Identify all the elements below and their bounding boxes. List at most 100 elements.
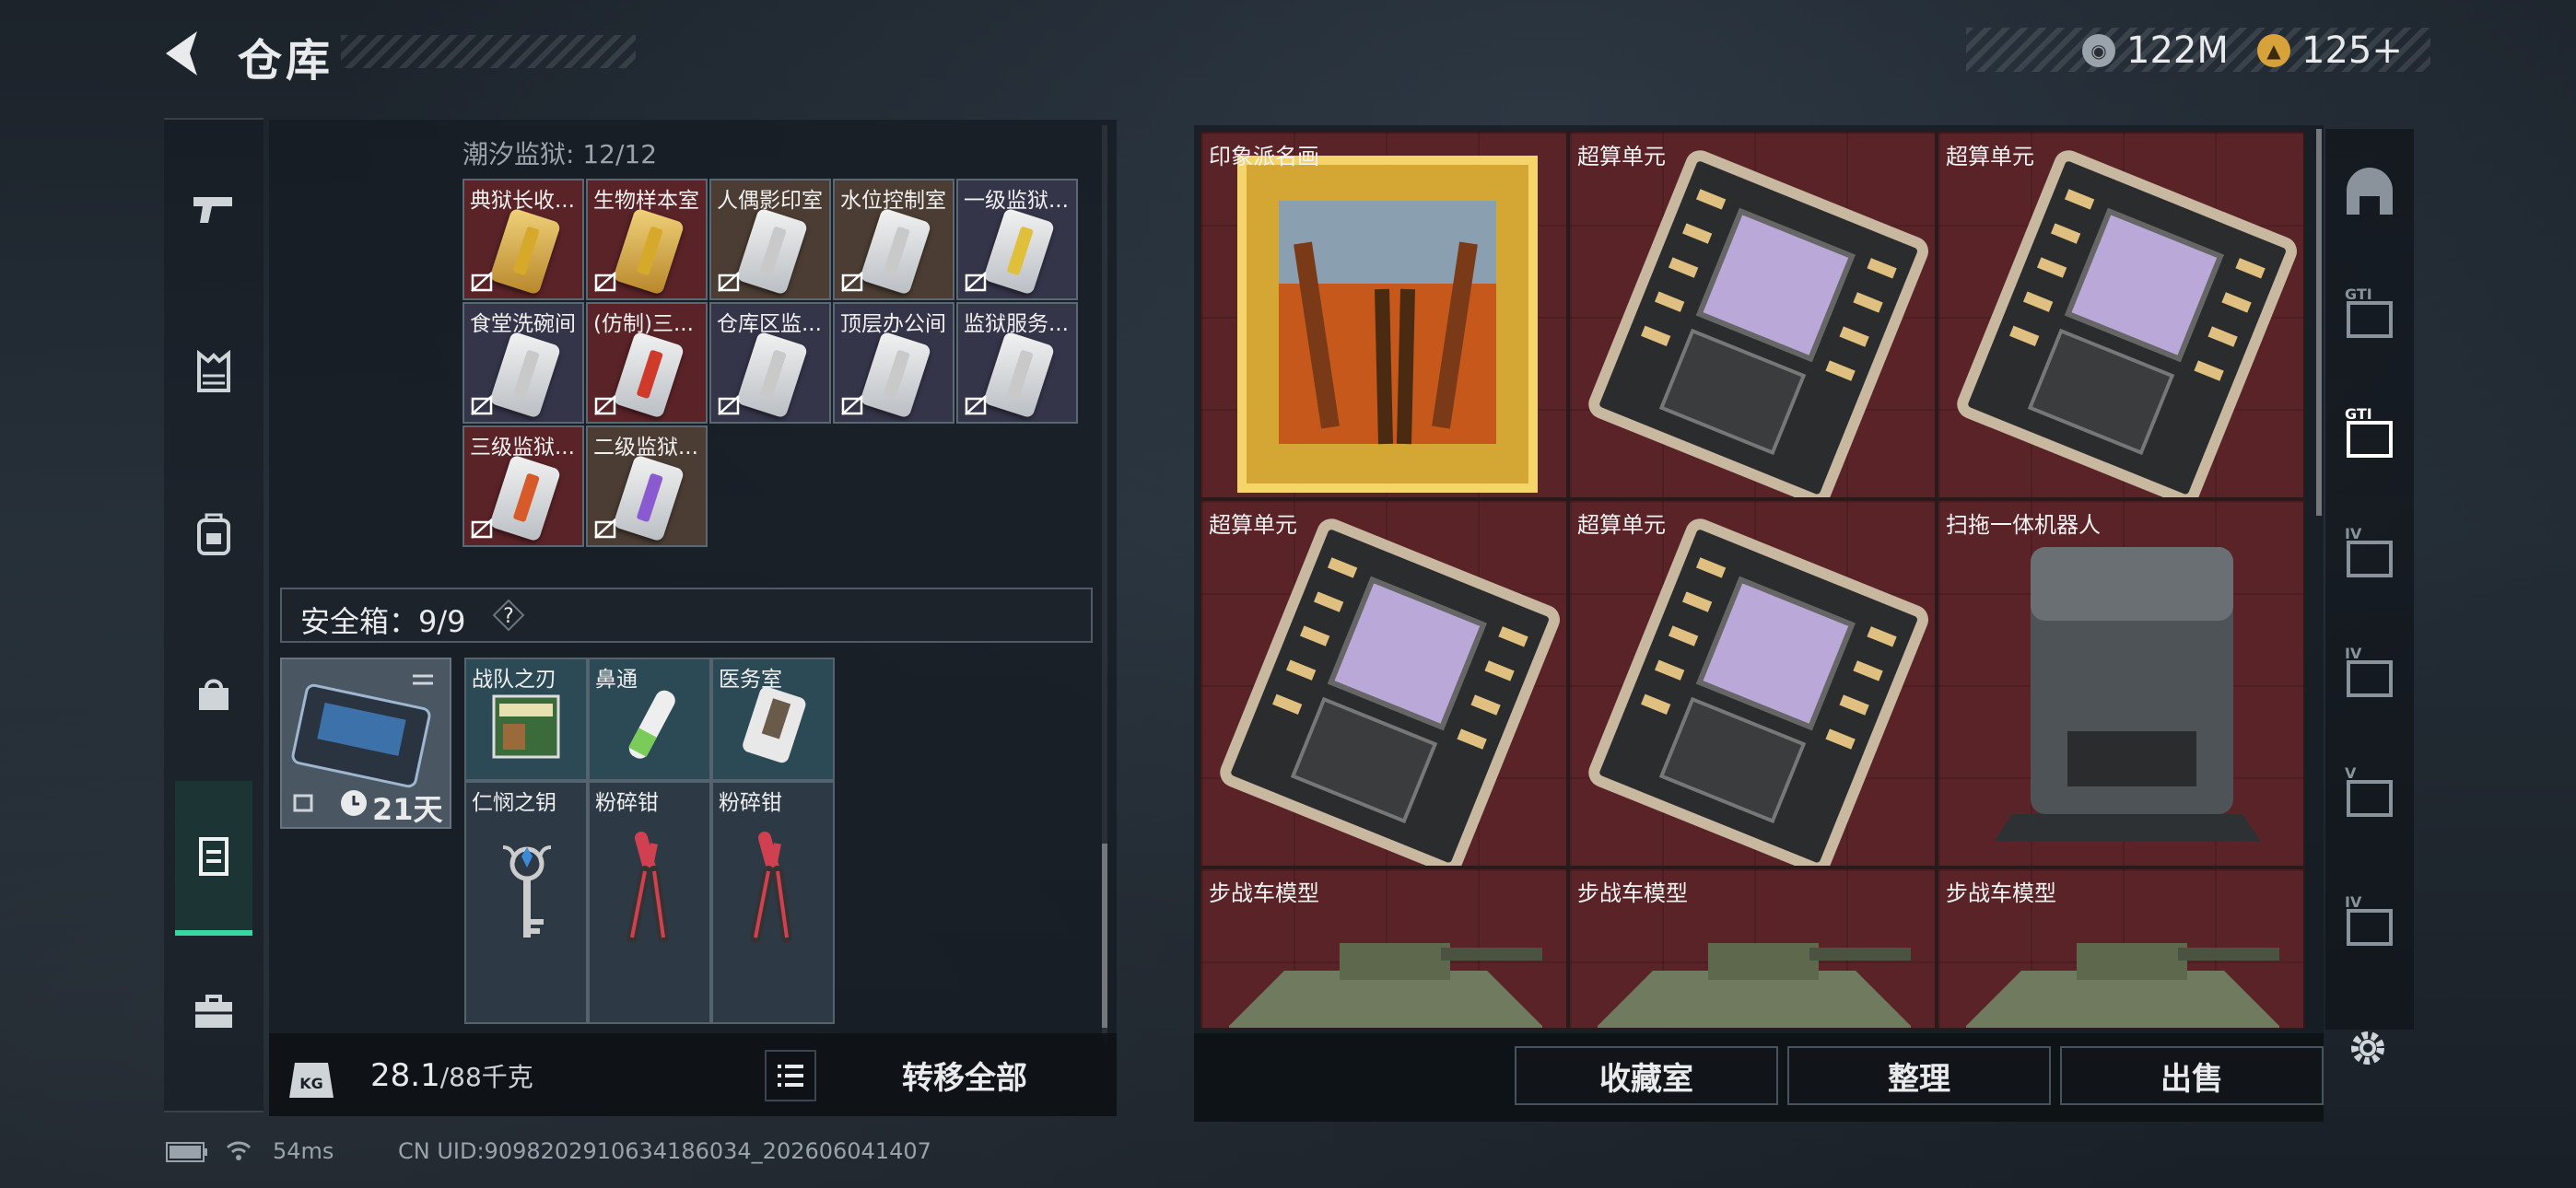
filter-helmet[interactable] [2331,157,2408,234]
filter-gti-map[interactable]: GTI [2331,276,2408,354]
keycard-slot[interactable]: 人偶影印室 [709,179,831,300]
nav-case[interactable] [164,956,263,1066]
svg-text:GTI: GTI [2345,285,2372,303]
iv-chart-icon: IV [2345,893,2393,946]
transfer-all-button[interactable]: 转移全部 [831,1035,1098,1114]
safe-box-item[interactable]: 粉碎钳 [588,781,711,1024]
keycard-name: 生物样本室 [593,189,699,213]
safe-box-item[interactable]: 仁悯之钥 [464,781,588,1024]
item-name: 超算单元 [1209,512,1297,538]
keycard-slot[interactable]: 三级监狱... [463,425,584,547]
wifi-icon [226,1141,252,1160]
storage-item[interactable]: 步战车模型 [1937,868,2305,1030]
lock-icon [293,794,313,812]
item-name: 印象派名画 [1209,144,1319,169]
keycard-icon [612,207,685,296]
left-category-nav [164,118,263,1112]
iv-folder-icon: IV [2345,525,2393,577]
no-drop-icon [841,272,863,292]
keycard-name: 人偶影印室 [717,189,823,213]
keycard-icon [859,331,932,419]
keycard-slot[interactable]: 仓库区监... [709,302,831,424]
storage-item[interactable]: 超算单元 [1200,499,1568,868]
sell-button[interactable]: 出售 [2060,1046,2324,1105]
safe-box-item[interactable]: 粉碎钳 [711,781,835,1024]
item-name: 步战车模型 [1946,880,2056,906]
storage-item[interactable]: 超算单元 [1937,131,2305,499]
nav-bag[interactable] [164,637,263,748]
storage-item[interactable]: 扫拖一体机器人 [1937,499,2305,868]
list-view-button[interactable] [765,1050,816,1101]
nav-armor[interactable] [164,317,263,427]
keycard-slot[interactable]: 生物样本室 [586,179,708,300]
currency-gold[interactable]: ▲ 125+ [2257,29,2403,72]
weight-icon: KG [289,1063,334,1098]
storage-icon [199,837,228,876]
v-monitor-icon: V [2345,764,2393,817]
item-name: 步战车模型 [1577,880,1688,906]
nav-storage[interactable] [175,781,252,936]
nav-backpack[interactable] [164,479,263,589]
helmet-icon [2347,168,2393,215]
prison-keycard-count: 潮汐监狱: 12/12 [463,139,658,169]
organize-button[interactable]: 整理 [1787,1046,2051,1105]
pouch-icon [199,679,228,710]
safe-box-item[interactable]: 鼻通 [588,658,711,781]
filter-iv-folder[interactable]: IV [2331,516,2408,593]
keycard-name: 一级监狱... [964,189,1069,213]
keycard-slot[interactable]: 监狱服务... [956,302,1078,424]
item-scroll-thumb[interactable] [2316,129,2322,516]
safe-box-item[interactable]: 医务室 [711,658,835,781]
storage-item[interactable]: 步战车模型 [1200,868,1568,1030]
gti-map-icon: GTI [2345,285,2393,338]
silver-coin-icon: ◉ [2082,34,2115,67]
keycard-slot[interactable]: (仿制)三... [586,302,708,424]
keycard-icon [488,331,562,419]
circuit-board-icon [1588,518,1928,866]
storage-item[interactable]: 超算单元 [1568,131,1937,499]
filter-v-monitor[interactable]: V [2331,755,2408,833]
no-drop-icon [594,395,616,415]
keycard-slot[interactable]: 顶层办公间 [833,302,954,424]
help-icon[interactable]: ? [492,599,525,632]
storage-scroll-thumb[interactable] [1102,844,1107,1028]
filter-iv-hand[interactable]: IV [2331,635,2408,713]
storage-item[interactable]: 超算单元 [1568,499,1937,868]
keycard-icon [859,207,932,296]
keycard-name: 二级监狱... [593,436,698,460]
keycard-slot[interactable]: 水位控制室 [833,179,954,300]
storage-item[interactable]: 印象派名画 [1200,131,1568,499]
collection-room-button[interactable]: 收藏室 [1515,1046,1778,1105]
filter-iv-chart[interactable]: IV [2331,884,2408,961]
circuit-board-icon [1220,518,1560,866]
storage-item[interactable]: 步战车模型 [1568,868,1937,1030]
svg-text:IV: IV [2345,645,2362,662]
gold-coin-icon: ▲ [2257,34,2290,67]
pistol-icon [193,197,232,223]
battery-icon [166,1142,207,1162]
player-uid: CN UID:9098202910634186034_202606041407 [398,1138,931,1164]
keycard-slot[interactable]: 食堂洗碗间 [463,302,584,424]
filter-gti-hand[interactable]: GTI [2331,396,2408,473]
keycard-slot[interactable]: 一级监狱... [956,179,1078,300]
page-title: 仓库 [238,35,334,87]
settings-gear-icon[interactable] [2342,1022,2394,1074]
currency-bar: ◉ 122M ▲ 125+ [1966,28,2430,72]
safe-box-item[interactable]: 战队之刃 [464,658,588,781]
currency-gold-value: 125+ [2301,29,2403,72]
no-drop-icon [594,518,616,539]
keycard-slot[interactable]: 典狱长收... [463,179,584,300]
keycard-icon [612,331,685,419]
back-arrow-icon[interactable] [157,26,212,81]
no-drop-icon [841,395,863,415]
item-name: 步战车模型 [1209,880,1319,906]
safe-box-timer: 21天 [372,792,443,827]
nav-weapon[interactable] [164,153,263,263]
list-icon [778,1065,803,1087]
pliers-icon [750,832,792,943]
network-ping: 54ms [273,1138,334,1164]
book-icon [492,694,560,759]
no-drop-icon [965,395,987,415]
keycard-slot[interactable]: 二级监狱... [586,425,708,547]
nasal-inhaler-icon [628,690,675,759]
